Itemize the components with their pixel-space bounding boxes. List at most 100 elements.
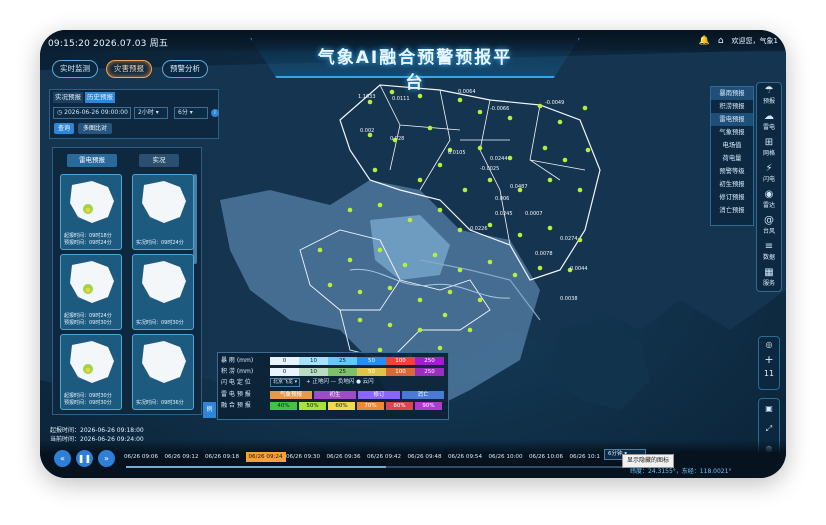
lightning-marker[interactable] xyxy=(417,177,423,183)
multi-compare-button[interactable]: 多图比对 xyxy=(78,123,112,134)
sidebar-item-apps[interactable]: ▦ 服务 xyxy=(757,265,781,291)
lightning-marker[interactable] xyxy=(437,162,443,168)
sidebar-item-grid[interactable]: ⊞ 网格 xyxy=(757,135,781,161)
forward-button[interactable]: » xyxy=(98,450,115,467)
nav-disaster-forecast[interactable]: 灾害预报 xyxy=(106,60,152,78)
nav-realtime-monitoring[interactable]: 实时监测 xyxy=(52,60,98,78)
zoom-in-icon[interactable]: + xyxy=(759,353,779,367)
print-icon[interactable]: ▣ xyxy=(759,399,779,419)
lightning-marker[interactable] xyxy=(462,187,468,193)
lightning-marker[interactable] xyxy=(457,97,463,103)
timeline-tick[interactable]: 06/26 10:06 xyxy=(529,452,563,462)
lightning-marker[interactable] xyxy=(437,207,443,213)
legend-toggle-button[interactable]: 例 xyxy=(203,402,216,418)
lightning-marker[interactable] xyxy=(547,177,553,183)
timeline-tick[interactable]: 06/26 09:42 xyxy=(367,452,401,462)
menu-warning-level[interactable]: 预警等级 xyxy=(711,165,753,178)
sidebar-item-cloud[interactable]: ☁ 雷电 xyxy=(757,109,781,135)
lightning-marker[interactable] xyxy=(517,232,523,238)
lightning-marker[interactable] xyxy=(467,327,473,333)
menu-rainstorm[interactable]: 暴雨预报 xyxy=(711,87,753,100)
lightning-marker[interactable] xyxy=(477,297,483,303)
sidebar-item-typhoon[interactable]: @ 台风 xyxy=(757,213,781,239)
bell-icon[interactable]: 🔔 xyxy=(699,36,710,46)
lightning-marker[interactable] xyxy=(542,145,548,151)
menu-dissipation[interactable]: 消亡预报 xyxy=(711,204,753,217)
sidebar-item-database[interactable]: ≡ 数据 xyxy=(757,239,781,265)
lightning-marker[interactable] xyxy=(357,289,363,295)
timeline-tick[interactable]: 06/26 09:48 xyxy=(408,452,442,462)
lightning-marker[interactable] xyxy=(417,327,423,333)
thumbnail-card[interactable]: 起报时间：09时18分 预报时间：09时24分 xyxy=(60,174,122,250)
lightning-marker[interactable] xyxy=(562,157,568,163)
tab-realtime-forecast[interactable]: 实况预报 xyxy=(53,92,83,103)
lightning-marker[interactable] xyxy=(437,345,443,351)
fullscreen-icon[interactable]: ⤢ xyxy=(759,419,779,439)
lightning-marker[interactable] xyxy=(317,247,323,253)
tab-thunder-forecast[interactable]: 雷电预报 xyxy=(67,154,117,167)
lightning-marker[interactable] xyxy=(417,297,423,303)
menu-weather[interactable]: 气象预报 xyxy=(711,126,753,139)
lightning-marker[interactable] xyxy=(387,322,393,328)
lightning-marker[interactable] xyxy=(487,259,493,265)
lightning-marker[interactable] xyxy=(367,99,373,105)
lightning-marker[interactable] xyxy=(547,225,553,231)
sidebar-item-lightning[interactable]: ⚡ 闪电 xyxy=(757,161,781,187)
datetime-field[interactable]: ◷ 2026-06-26 09:00:00 xyxy=(53,107,131,119)
thumbnail-card[interactable]: 起报时间：09时24分 预报时间：09时30分 xyxy=(60,254,122,330)
lightning-marker[interactable] xyxy=(427,125,433,131)
lightning-marker[interactable] xyxy=(417,93,423,99)
tab-history-forecast[interactable]: 历史预报 xyxy=(85,92,115,103)
lightning-marker[interactable] xyxy=(457,267,463,273)
lightning-marker[interactable] xyxy=(407,217,413,223)
lightning-marker[interactable] xyxy=(585,147,591,153)
lightning-marker[interactable] xyxy=(477,145,483,151)
lightning-marker[interactable] xyxy=(432,252,438,258)
rewind-button[interactable]: « xyxy=(54,450,71,467)
thumbnail-card[interactable]: 实况时间：09时24分 xyxy=(132,174,194,250)
timeline-tick[interactable]: 06/26 09:36 xyxy=(327,452,361,462)
timeline-tick[interactable]: 06/26 09:30 xyxy=(286,452,320,462)
query-button[interactable]: 查询 xyxy=(54,123,74,134)
thumbnail-card[interactable]: 实况时间：09时30分 xyxy=(132,254,194,330)
sidebar-item-cloud-rain[interactable]: ☂ 预报 xyxy=(757,83,781,109)
lightning-marker[interactable] xyxy=(377,202,383,208)
home-icon[interactable]: ⌂ xyxy=(718,36,724,46)
menu-electric-field[interactable]: 电场值 xyxy=(711,139,753,152)
timeline-tick[interactable]: 06/26 09:24 xyxy=(245,452,286,462)
lightning-marker[interactable] xyxy=(577,237,583,243)
nav-warning-analysis[interactable]: 预警分析 xyxy=(162,60,208,78)
lightning-marker[interactable] xyxy=(357,317,363,323)
timeline-tick[interactable]: 06/26 09:06 xyxy=(124,452,158,462)
interval-select[interactable]: 2小时 ▾ xyxy=(134,107,168,119)
menu-thunder[interactable]: 雷电预报 xyxy=(711,113,753,126)
timeline-tick[interactable]: 06/26 09:18 xyxy=(205,452,239,462)
lightning-marker[interactable] xyxy=(457,227,463,233)
lightning-marker[interactable] xyxy=(487,177,493,183)
lightning-marker[interactable] xyxy=(377,247,383,253)
lightning-marker[interactable] xyxy=(512,272,518,278)
lightning-marker[interactable] xyxy=(507,115,513,121)
lightning-source-select[interactable]: 北京飞龙 ▾ xyxy=(270,378,300,387)
lightning-marker[interactable] xyxy=(582,105,588,111)
lightning-marker[interactable] xyxy=(477,109,483,115)
timeline-tick[interactable]: 06/26 10:1 xyxy=(570,452,600,462)
lightning-marker[interactable] xyxy=(327,282,333,288)
lightning-marker[interactable] xyxy=(537,103,543,109)
timeline-tick[interactable]: 06/26 10:00 xyxy=(489,452,523,462)
eye-icon[interactable]: ◎ xyxy=(759,337,779,353)
lightning-marker[interactable] xyxy=(577,187,583,193)
lightning-marker[interactable] xyxy=(447,289,453,295)
thumbnail-card[interactable]: 实况时间：09时36分 xyxy=(132,334,194,410)
lightning-marker[interactable] xyxy=(537,265,543,271)
lightning-marker[interactable] xyxy=(389,89,395,95)
lightning-marker[interactable] xyxy=(507,155,513,161)
lightning-marker[interactable] xyxy=(402,262,408,268)
lightning-marker[interactable] xyxy=(557,119,563,125)
tab-observation[interactable]: 实况 xyxy=(139,154,179,167)
timeline-tick[interactable]: 06/26 09:54 xyxy=(448,452,482,462)
lightning-marker[interactable] xyxy=(372,167,378,173)
user-greeting[interactable]: 欢迎您，气象1 xyxy=(732,36,778,46)
menu-waterlogging[interactable]: 积涝预报 xyxy=(711,100,753,113)
lightning-marker[interactable] xyxy=(442,312,448,318)
